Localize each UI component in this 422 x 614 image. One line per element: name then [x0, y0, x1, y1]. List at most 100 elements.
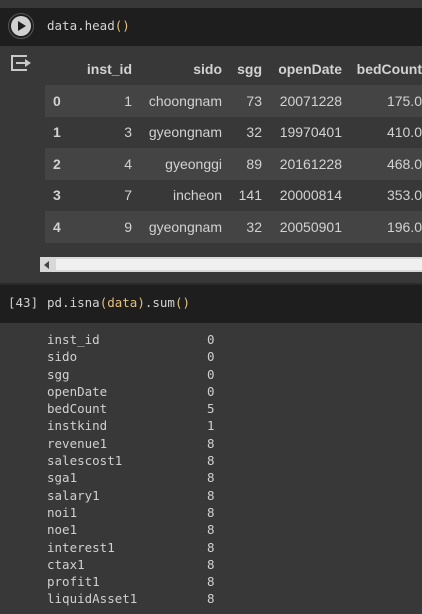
series-row: ctax1 8 [47, 556, 247, 573]
row-index: 3 [53, 187, 61, 204]
series-value: 0 [207, 349, 215, 365]
series-value: 5 [207, 401, 215, 417]
row-index: 2 [53, 155, 61, 172]
code-fn: .sum [144, 295, 175, 310]
horizontal-scrollbar[interactable] [40, 257, 422, 272]
table-row: 0 1 choongnam 73 20071228 175.0 [45, 85, 422, 117]
table-cell: gyeonggi [165, 155, 222, 172]
series-value: 8 [207, 453, 215, 469]
series-row: sido 0 [47, 348, 247, 365]
series-row: salescost1 8 [47, 452, 247, 469]
table-cell: 4 [124, 155, 132, 172]
series-label: salescost1 [47, 453, 123, 469]
series-label: liquidAsset1 [47, 591, 138, 607]
row-index: 0 [53, 92, 61, 109]
index-header [45, 53, 75, 85]
table-cell: choongnam [148, 92, 222, 109]
series-row: profit1 8 [47, 573, 247, 590]
series-row: inst_id 0 [47, 331, 247, 348]
table-cell: 20071228 [279, 92, 342, 109]
series-value: 8 [207, 574, 215, 590]
column-header: openDate [278, 61, 342, 77]
code-line[interactable]: data.head() [47, 18, 130, 33]
table-row: 4 9 gyeongnam 32 20050901 196.0 [45, 211, 422, 243]
series-row: noe1 8 [47, 521, 247, 538]
series-value: 8 [207, 591, 215, 607]
series-label: interest1 [47, 539, 115, 555]
code-cell-head: data.head() inst_id sido sgg openDate be… [0, 0, 422, 285]
code-cell-isna[interactable]: [43] pd.isna(data).sum() [0, 285, 422, 323]
table-cell: gyeongnam [148, 218, 222, 235]
row-index: 1 [53, 124, 61, 141]
table-cell: 32 [246, 218, 262, 235]
series-label: instkind [47, 418, 108, 434]
series-value: 1 [207, 418, 215, 434]
table-cell: 3 [124, 124, 132, 141]
code-parens: () [114, 18, 130, 33]
table-header-row: inst_id sido sgg openDate bedCount [45, 53, 422, 85]
table-cell: 89 [246, 155, 262, 172]
series-value: 0 [207, 383, 215, 399]
scroll-left-icon[interactable] [44, 261, 49, 269]
code-parens: () [174, 295, 191, 310]
series-value: 8 [207, 522, 215, 538]
series-output: inst_id 0 sido 0 sgg 0 openDate 0 bedCount 5 instk… [47, 331, 247, 608]
series-row: noi1 8 [47, 504, 247, 521]
execution-count: [43] [8, 295, 39, 310]
series-label: salary1 [47, 487, 100, 503]
series-label: openDate [47, 383, 108, 399]
series-value: 0 [207, 366, 215, 382]
series-value: 8 [207, 556, 215, 572]
table-cell: 7 [124, 187, 132, 204]
table-cell: 353.0 [386, 187, 422, 204]
series-label: bedCount [47, 401, 108, 417]
series-value: 0 [207, 332, 215, 347]
code-line[interactable]: pd.isna(data).sum() [47, 295, 190, 310]
series-label: ctax1 [47, 556, 85, 572]
series-value: 8 [207, 470, 215, 486]
series-value: 8 [207, 435, 215, 451]
series-label: sga1 [47, 470, 78, 486]
series-row: salary1 8 [47, 487, 247, 504]
column-header: sido [193, 61, 222, 77]
series-row: bedCount 5 [47, 400, 247, 417]
table-cell: 20161228 [279, 155, 342, 172]
table-cell: 1 [124, 92, 132, 109]
series-value: 8 [207, 504, 215, 520]
series-label: sgg [47, 366, 70, 382]
table-cell: 175.0 [386, 92, 422, 109]
table-cell: 20050901 [279, 218, 342, 235]
table-row: 2 4 gyeonggi 89 20161228 468.0 [45, 148, 422, 180]
table-cell: 73 [246, 92, 262, 109]
table-row: 1 3 gyeongnam 32 19970401 410.0 [45, 116, 422, 148]
play-icon[interactable] [11, 16, 31, 36]
series-label: noi1 [47, 504, 78, 520]
table-cell: 20000814 [279, 187, 342, 204]
series-value: 8 [207, 487, 215, 503]
series-label: inst_id [47, 332, 100, 347]
dataframe-table: inst_id sido sgg openDate bedCount 0 1 cho… [45, 53, 422, 243]
table-cell: 410.0 [386, 124, 422, 141]
code-fn: data.head [47, 18, 115, 33]
table-cell: 32 [246, 124, 262, 141]
table-row: 3 7 incheon 141 20000814 353.0 [45, 179, 422, 211]
series-label: noe1 [47, 522, 78, 538]
scrollbar-thumb[interactable] [56, 259, 422, 270]
table-cell: 468.0 [386, 155, 422, 172]
series-value: 8 [207, 539, 215, 555]
code-editor[interactable]: data.head() [0, 8, 422, 46]
code-fn: pd.isna [47, 295, 100, 310]
column-header: bedCount [356, 61, 422, 77]
series-row: revenue1 8 [47, 435, 247, 452]
column-header: sgg [237, 61, 262, 77]
output-redirect-icon[interactable] [11, 54, 31, 74]
table-cell: gyeongnam [148, 124, 222, 141]
series-label: sido [47, 349, 78, 365]
row-index: 4 [53, 218, 61, 235]
table-cell: 19970401 [279, 124, 342, 141]
code-parens: (data) [99, 295, 145, 310]
table-cell: 196.0 [386, 218, 422, 235]
series-row: instkind 1 [47, 417, 247, 434]
series-row: sgg 0 [47, 366, 247, 383]
series-label: revenue1 [47, 435, 108, 451]
